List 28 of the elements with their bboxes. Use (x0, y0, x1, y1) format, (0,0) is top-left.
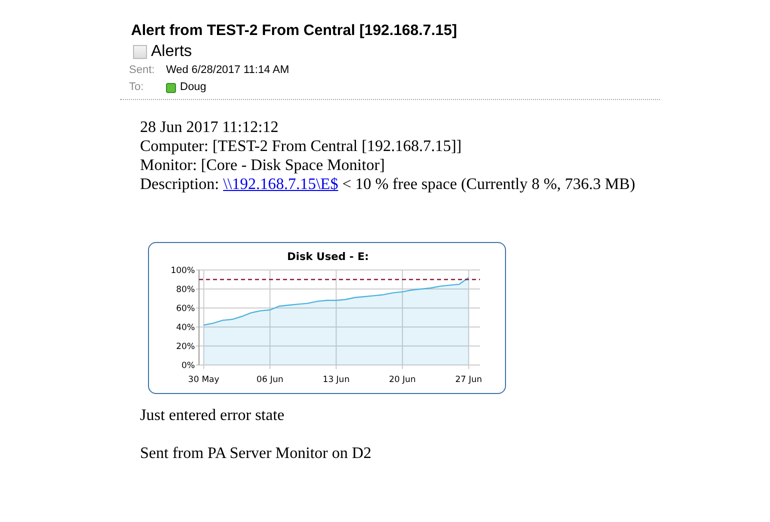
description-text: < 10 % free space (Currently 8 %, 736.3 MB) (341, 175, 636, 194)
body-line: Monitor: [Core - Disk Space Monitor] (140, 156, 386, 175)
axis-label: 20% (176, 342, 195, 352)
recipient-name[interactable]: Doug (180, 79, 206, 96)
body-line: Computer: [TEST-2 From Central [192.168.7.15]] (140, 137, 463, 156)
email-subject: Alert from TEST-2 From Central [192.168.7.15] (131, 21, 458, 41)
sent-value: Wed 6/28/2017 11:14 AM (166, 63, 290, 78)
axis-label: 80% (176, 285, 195, 295)
checkbox[interactable] (133, 45, 147, 59)
to-label: To: (129, 80, 145, 95)
axis-label: 30 May (188, 375, 220, 385)
axis-label: 13 Jun (322, 375, 350, 385)
description-label: Description: (140, 175, 220, 194)
sent-label: Sent: (129, 63, 156, 78)
axis-label: 40% (176, 323, 195, 333)
share-link[interactable]: \\192.168.7.15\E$ (223, 175, 338, 194)
axis-label: 100% (170, 266, 195, 276)
presence-icon (166, 82, 176, 92)
body-line: Sent from PA Server Monitor on D2 (140, 444, 372, 463)
axis-label: 20 Jun (389, 375, 416, 385)
axis-label: 0% (182, 361, 195, 371)
chart-title: Disk Used - E: (287, 251, 369, 263)
axis-label: 27 Jun (455, 375, 482, 385)
axis-label: 60% (176, 304, 195, 314)
body-line: 28 Jun 2017 11:12:12 (140, 118, 280, 137)
folder-label: Alerts (151, 42, 192, 62)
axis-label: 06 Jun (256, 375, 284, 385)
body-line: Just entered error state (140, 406, 286, 425)
